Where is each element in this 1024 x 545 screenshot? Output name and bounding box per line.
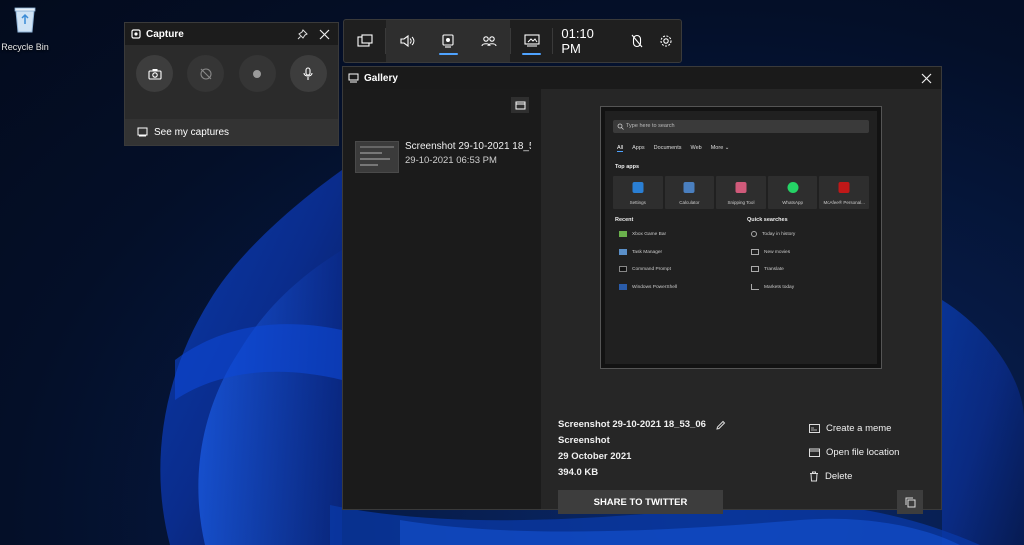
- trash-icon: [810, 471, 818, 481]
- microphone-button[interactable]: [289, 55, 327, 92]
- file-name-row: Screenshot 29-10-2021 18_53_06: [558, 417, 726, 433]
- record-last-icon: [200, 67, 212, 80]
- search-icon: [617, 123, 624, 130]
- speaker-icon: [400, 34, 415, 48]
- capture-icon: [131, 29, 141, 39]
- close-capture-button[interactable]: [316, 26, 332, 42]
- gallery-titlebar: Gallery: [343, 67, 941, 89]
- gallery-list-pane: Screenshot 29-10-2021 18_5... 29-10-2021…: [343, 89, 541, 509]
- see-my-captures-label: See my captures: [154, 126, 230, 138]
- mouse-off-icon: [631, 34, 643, 48]
- audio-button[interactable]: [386, 20, 428, 62]
- copy-icon: [905, 497, 915, 507]
- preview-app-whatsapp: WhatsApp: [767, 176, 818, 209]
- preview-recent-item: Windows PowerShell: [619, 284, 677, 290]
- close-icon: [921, 73, 932, 83]
- capture-icon: [442, 34, 454, 48]
- share-to-twitter-button[interactable]: SHARE TO TWITTER: [558, 490, 723, 514]
- recycle-bin-icon: [14, 7, 36, 33]
- screenshot-thumbnail: [355, 141, 399, 173]
- record-last-30s-button[interactable]: [187, 55, 225, 92]
- preview-recent-item: Command Prompt: [619, 266, 671, 272]
- file-type: Screenshot: [558, 435, 610, 446]
- copy-button[interactable]: [897, 490, 923, 514]
- gallery-icon: [137, 127, 148, 137]
- see-my-captures-link[interactable]: See my captures: [125, 119, 338, 145]
- preview-app-snipping-tool: Snipping Tool: [716, 176, 766, 209]
- preview-quick-item: Markets today: [751, 284, 794, 290]
- preview-app-calculator: Calculator: [664, 176, 715, 209]
- capture-titlebar: Capture: [125, 23, 338, 45]
- file-date: 29 October 2021: [558, 451, 632, 462]
- preview-quick-heading: Quick searches: [747, 217, 788, 223]
- people-icon: [481, 36, 498, 47]
- item-title: Screenshot 29-10-2021 18_5...: [405, 141, 531, 152]
- preview-app-settings: Settings: [613, 176, 663, 209]
- gallery-actions: Create a meme Open file location Delete: [809, 416, 899, 488]
- create-meme-button[interactable]: Create a meme: [809, 416, 899, 440]
- settings-button[interactable]: [652, 20, 681, 62]
- capture-title: Capture: [146, 28, 184, 40]
- delete-button[interactable]: Delete: [809, 464, 899, 488]
- pin-button[interactable]: [294, 26, 310, 42]
- file-size: 394.0 KB: [558, 467, 599, 478]
- pin-icon: [297, 28, 308, 39]
- preview-top-apps-heading: Top apps: [615, 164, 640, 170]
- xbox-social-button[interactable]: [468, 20, 511, 62]
- clock: 01:10 PM: [561, 26, 594, 56]
- list-item[interactable]: Screenshot 29-10-2021 18_5... 29-10-2021…: [355, 141, 533, 177]
- gallery-icon: [348, 73, 359, 83]
- preview-quick-item: New movies: [751, 249, 790, 255]
- gallery-title: Gallery: [364, 72, 398, 84]
- preview-top-apps: Settings Calculator Snipping Tool WhatsA…: [613, 176, 869, 209]
- recycle-bin-shortcut[interactable]: Recycle Bin: [0, 4, 50, 52]
- preview-app-mcafee: McAfee® Personal...: [819, 176, 869, 209]
- gallery-detail-pane: Type here to search All Apps Documents W…: [541, 89, 941, 514]
- folder-icon: [809, 448, 820, 457]
- game-bar: 01:10 PM: [343, 19, 682, 63]
- item-date: 29-10-2021 06:53 PM: [405, 155, 497, 166]
- record-icon: [253, 69, 262, 78]
- capture-widget-button[interactable]: [427, 20, 469, 62]
- preview-recent-item: Xbox Game Bar: [619, 231, 666, 237]
- gallery-button[interactable]: [511, 20, 552, 62]
- gallery-icon: [524, 34, 540, 47]
- open-folder-button[interactable]: [511, 97, 529, 113]
- start-recording-button[interactable]: [238, 55, 276, 92]
- preview-quick-item: Today in history: [751, 231, 795, 237]
- folder-icon: [515, 101, 525, 109]
- performance-button[interactable]: [622, 20, 651, 62]
- capture-widget: Capture See my captures: [124, 22, 339, 146]
- screenshot-button[interactable]: [136, 55, 173, 92]
- recycle-bin-label: Recycle Bin: [1, 42, 49, 52]
- widget-menu-button[interactable]: [344, 20, 385, 62]
- edit-pencil-icon[interactable]: [715, 420, 726, 431]
- preview-tabs: All Apps Documents Web More ⌄: [617, 145, 730, 152]
- screenshot-preview[interactable]: Type here to search All Apps Documents W…: [600, 106, 882, 369]
- widget-menu-icon: [357, 34, 373, 47]
- screenshot-details: Screenshot 29-10-2021 18_53_06 Screensho…: [558, 417, 726, 481]
- gallery-window: Gallery Screenshot 29-10-2021 18_5... 29…: [342, 66, 942, 514]
- preview-quick-item: Translate: [751, 266, 784, 272]
- gear-icon: [660, 35, 672, 47]
- camera-icon: [147, 68, 162, 80]
- close-gallery-button[interactable]: [921, 70, 937, 86]
- file-name: Screenshot 29-10-2021 18_53_06: [558, 419, 706, 430]
- close-icon: [319, 29, 329, 39]
- microphone-icon: [303, 66, 314, 80]
- open-file-location-button[interactable]: Open file location: [809, 440, 899, 464]
- preview-recent-item: Task Manager: [619, 249, 662, 255]
- meme-icon: [809, 423, 820, 433]
- preview-recent-heading: Recent: [615, 217, 634, 223]
- preview-search-box: Type here to search: [613, 120, 869, 133]
